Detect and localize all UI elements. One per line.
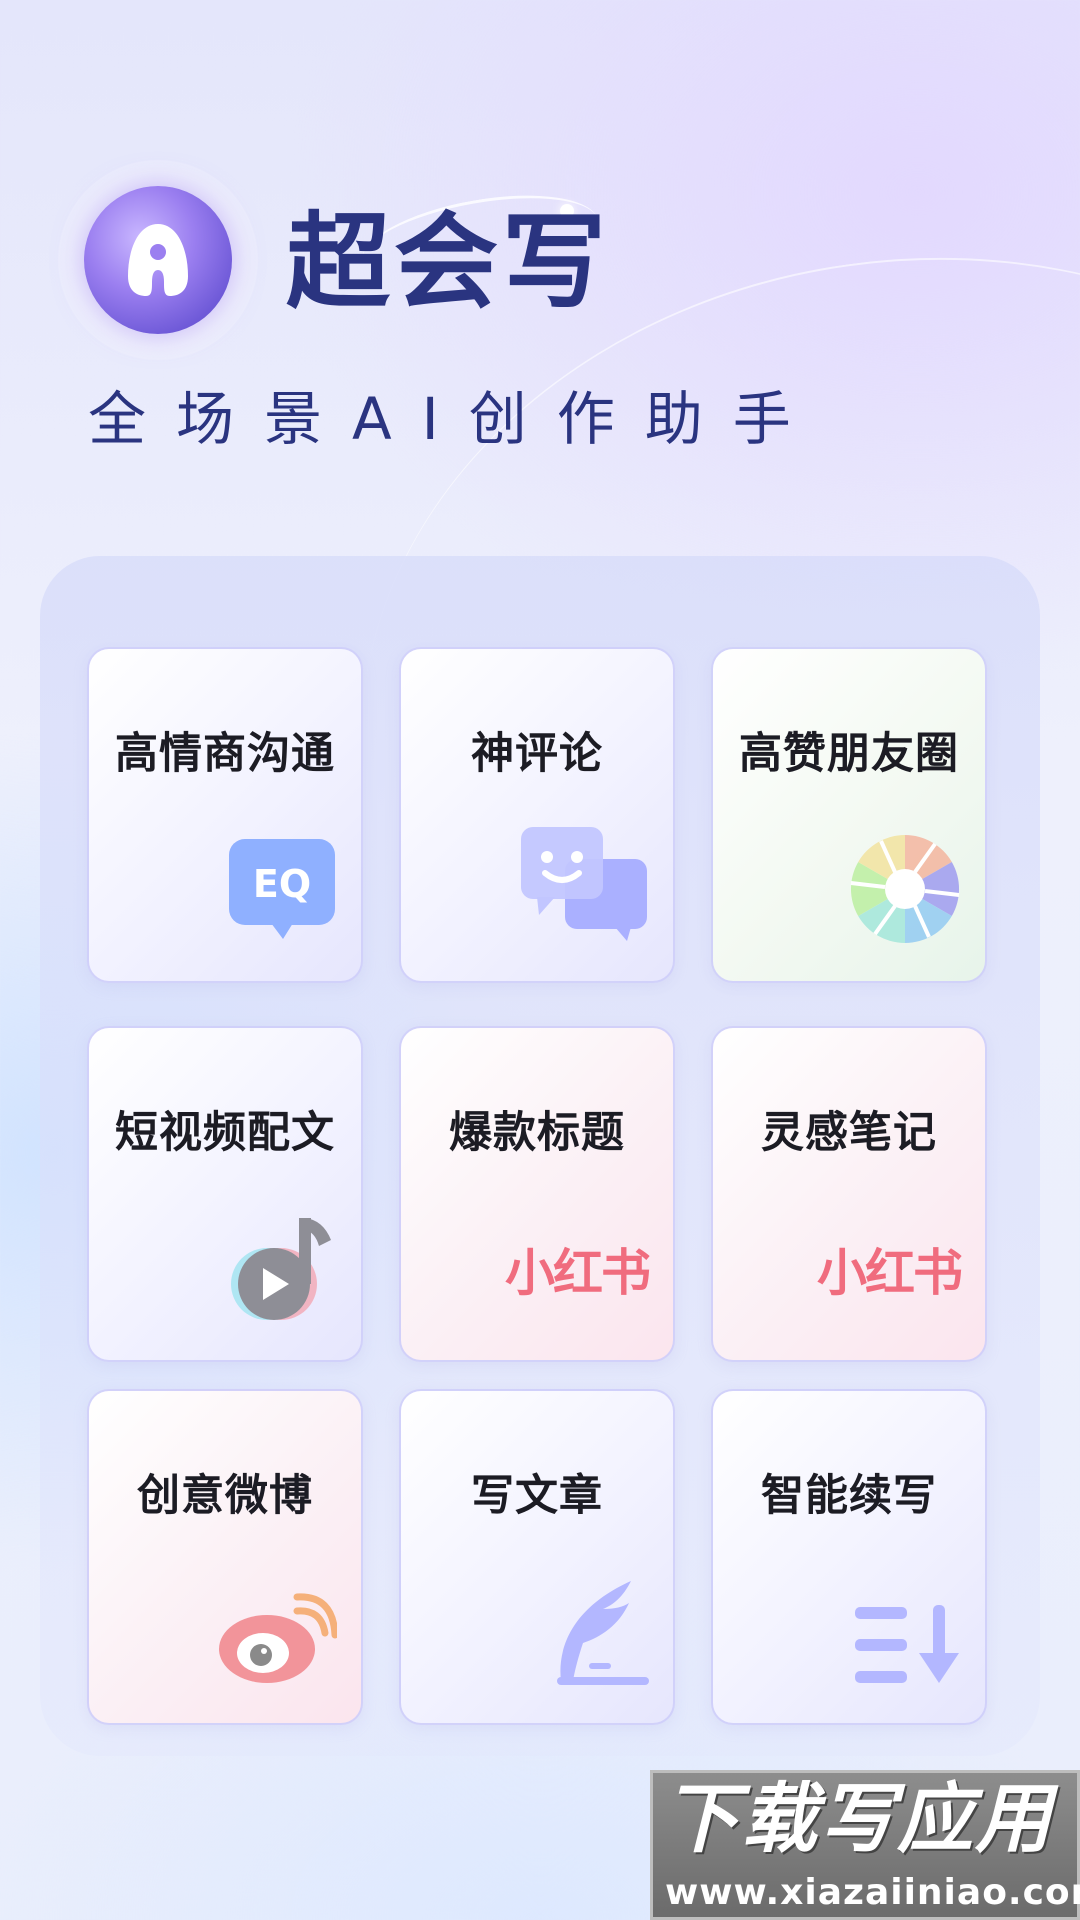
feature-label: 神评论 <box>471 729 603 779</box>
logo-orb <box>84 186 232 334</box>
app-subtitle: 全场景AI创作助手 <box>88 385 821 453</box>
watermark-title: 下载写应用 <box>663 1774 1053 1863</box>
xiaohongshu-logo-icon: 小红书 <box>817 1248 963 1298</box>
feature-card-inspiration-notes[interactable]: 灵感笔记 小红书 <box>711 1026 987 1362</box>
list-continue-arrow-icon <box>853 1603 961 1691</box>
eq-badge-text: EQ <box>253 862 311 906</box>
camera-aperture-icon <box>849 833 961 949</box>
feature-card-god-comment[interactable]: 神评论 <box>399 647 675 983</box>
feature-label: 高赞朋友圈 <box>739 729 959 779</box>
feature-label: 灵感笔记 <box>761 1108 937 1158</box>
feature-label: 短视频配文 <box>115 1108 335 1158</box>
chat-bubbles-icon <box>519 825 649 949</box>
feature-card-high-eq[interactable]: 高情商沟通 EQ <box>87 647 363 983</box>
feature-card-viral-title[interactable]: 爆款标题 小红书 <box>399 1026 675 1362</box>
xiaohongshu-logo-icon: 小红书 <box>505 1248 651 1298</box>
eq-chat-bubble-icon: EQ <box>227 835 337 949</box>
xiaohongshu-logo-text: 小红书 <box>505 1244 651 1302</box>
feature-card-moments[interactable]: 高赞朋友圈 <box>711 647 987 983</box>
feature-label: 创意微博 <box>137 1471 313 1521</box>
feature-card-short-video[interactable]: 短视频配文 <box>87 1026 363 1362</box>
app-title: 超会写 <box>286 201 611 323</box>
feature-label: 智能续写 <box>761 1471 937 1521</box>
tiktok-music-note-icon <box>227 1212 337 1328</box>
feature-label: 写文章 <box>471 1471 603 1521</box>
weibo-logo-icon <box>217 1591 339 1691</box>
xiaohongshu-logo-text: 小红书 <box>817 1244 963 1302</box>
feature-card-write-article[interactable]: 写文章 <box>399 1389 675 1725</box>
download-site-watermark: 下载写应用 www.xiazaiiniao.com <box>650 1770 1080 1920</box>
feature-card-weibo[interactable]: 创意微博 <box>87 1389 363 1725</box>
feature-label: 爆款标题 <box>449 1108 625 1158</box>
watermark-url: www.xiazaiiniao.com <box>665 1872 1080 1913</box>
quill-pen-icon <box>553 1577 649 1691</box>
feature-card-smart-continue[interactable]: 智能续写 <box>711 1389 987 1725</box>
logo-a-icon <box>128 224 188 296</box>
app-logo <box>58 160 258 360</box>
feature-label: 高情商沟通 <box>115 729 335 779</box>
